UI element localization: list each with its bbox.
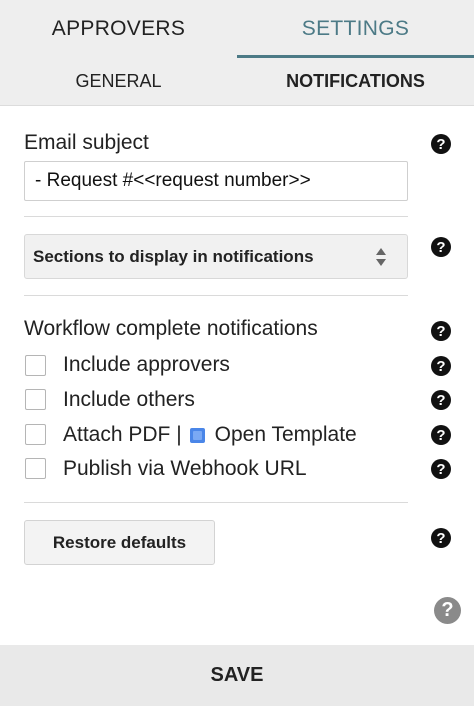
save-button[interactable]: SAVE <box>0 645 474 706</box>
attach-pdf-checkbox[interactable] <box>25 424 46 445</box>
workflow-help-icon[interactable]: ? <box>431 321 451 341</box>
open-template-link[interactable]: Open Template <box>215 423 357 447</box>
email-subject-input[interactable] <box>24 161 408 201</box>
include-others-checkbox[interactable] <box>25 389 46 410</box>
publish-webhook-checkbox[interactable] <box>25 458 46 479</box>
workflow-heading: Workflow complete notifications <box>24 317 318 340</box>
sections-select[interactable]: Sections to display in notifications <box>24 234 408 279</box>
email-subject-label: Email subject <box>24 131 149 154</box>
attach-pdf-row: Attach PDF | Open Template <box>63 422 357 448</box>
divider <box>24 295 408 296</box>
general-help-icon[interactable]: ? <box>434 597 461 624</box>
divider <box>24 216 408 217</box>
subtab-general[interactable]: GENERAL <box>0 58 237 105</box>
tab-approvers[interactable]: APPROVERS <box>0 0 237 58</box>
include-approvers-label: Include approvers <box>63 353 230 376</box>
include-others-help-icon[interactable]: ? <box>431 390 451 410</box>
include-approvers-help-icon[interactable]: ? <box>431 356 451 376</box>
restore-defaults-button[interactable]: Restore defaults <box>24 520 215 565</box>
attach-pdf-help-icon[interactable]: ? <box>431 425 451 445</box>
restore-help-icon[interactable]: ? <box>431 528 451 548</box>
include-approvers-checkbox[interactable] <box>25 355 46 376</box>
sections-help-icon[interactable]: ? <box>431 237 451 257</box>
sub-tab-bar: GENERAL NOTIFICATIONS <box>0 58 474 106</box>
tab-settings[interactable]: SETTINGS <box>237 0 474 58</box>
email-subject-help-icon[interactable]: ? <box>431 134 451 154</box>
select-arrows-icon <box>376 248 386 266</box>
include-others-label: Include others <box>63 388 195 411</box>
publish-webhook-label: Publish via Webhook URL <box>63 457 307 480</box>
top-tab-bar: APPROVERS SETTINGS <box>0 0 474 58</box>
publish-webhook-help-icon[interactable]: ? <box>431 459 451 479</box>
sections-select-value: Sections to display in notifications <box>33 246 314 266</box>
subtab-notifications[interactable]: NOTIFICATIONS <box>237 58 474 105</box>
divider <box>24 502 408 503</box>
doc-icon <box>189 427 205 443</box>
attach-pdf-label: Attach PDF | <box>63 423 182 446</box>
